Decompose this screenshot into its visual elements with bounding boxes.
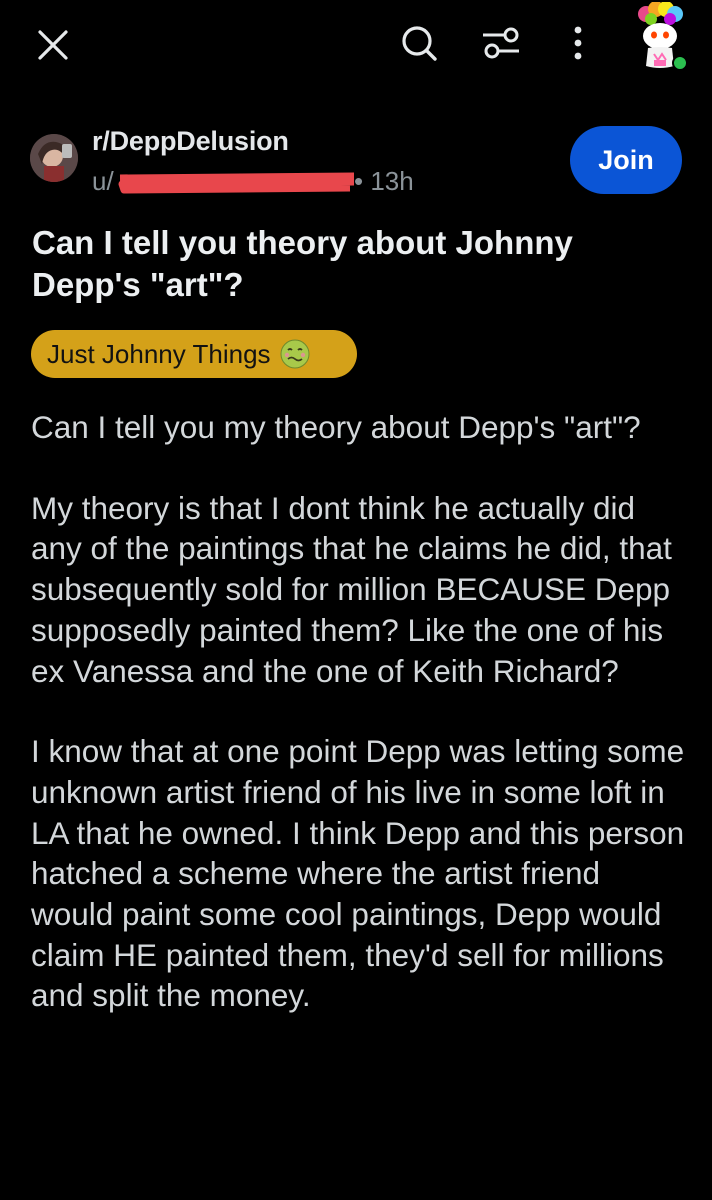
post-body: Can I tell you my theory about Depp's "a… — [31, 407, 691, 1056]
nauseated-face-icon — [280, 339, 310, 369]
user-avatar-button[interactable] — [628, 2, 690, 74]
body-paragraph: My theory is that I dont think he actual… — [31, 489, 672, 689]
join-button[interactable]: Join — [570, 126, 682, 194]
snoo-avatar-icon — [638, 2, 688, 71]
close-button[interactable] — [30, 22, 76, 68]
author-line: u/ • 13h — [92, 166, 414, 197]
search-button[interactable] — [394, 18, 444, 68]
flair-label: Just Johnny Things — [47, 338, 271, 369]
more-vertical-icon — [574, 26, 582, 60]
redaction-scribble — [118, 172, 354, 194]
body-paragraph: Can I tell you my theory about Depp's "a… — [31, 409, 641, 445]
subreddit-avatar[interactable] — [30, 134, 78, 182]
top-app-bar — [0, 0, 712, 88]
search-icon — [402, 26, 437, 61]
sliders-icon — [483, 27, 519, 59]
filter-button[interactable] — [474, 18, 528, 68]
post-flair[interactable]: Just Johnny Things — [31, 330, 357, 378]
post-time: • 13h — [354, 166, 414, 196]
close-icon — [38, 30, 68, 60]
online-status-dot — [672, 55, 688, 71]
author-username[interactable]: u/ — [92, 166, 354, 197]
subreddit-name[interactable]: r/DeppDelusion — [92, 126, 289, 157]
body-paragraph: I know that at one point Depp was lettin… — [31, 733, 685, 1014]
more-options-button[interactable] — [556, 18, 600, 68]
post-title: Can I tell you theory about Johnny Depp'… — [32, 224, 573, 303]
post-header: r/DeppDelusion u/ • 13h Join — [30, 126, 690, 206]
